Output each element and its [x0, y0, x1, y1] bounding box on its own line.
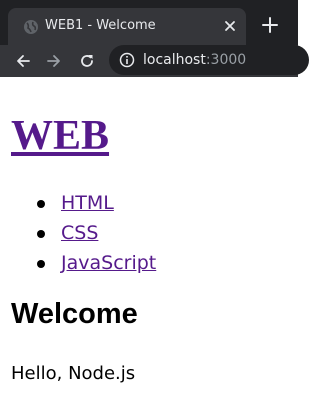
- site-title-link[interactable]: WEB: [11, 113, 109, 159]
- browser-toolbar: localhost:3000: [0, 45, 309, 77]
- url-host: localhost: [143, 52, 206, 68]
- globe-icon: [24, 20, 38, 34]
- nav-link-html[interactable]: HTML: [61, 191, 114, 215]
- page-heading: Welcome: [11, 298, 138, 330]
- tab-title: WEB1 - Welcome: [45, 18, 156, 33]
- nav-link-javascript[interactable]: JavaScript: [61, 251, 156, 275]
- address-bar[interactable]: localhost:3000: [109, 45, 309, 75]
- site-title: WEB: [11, 112, 109, 160]
- new-tab-icon[interactable]: [261, 16, 279, 34]
- back-arrow-icon[interactable]: [15, 53, 31, 69]
- url-text[interactable]: localhost:3000: [143, 51, 246, 69]
- browser-window: WEB1 - Welcome localhost:3000 WEB HTML C…: [0, 0, 309, 411]
- forward-arrow-icon[interactable]: [46, 53, 62, 69]
- browser-tab[interactable]: WEB1 - Welcome: [8, 8, 246, 45]
- nav-link-css[interactable]: CSS: [61, 221, 98, 245]
- body-text: Hello, Node.js: [11, 363, 136, 384]
- info-icon[interactable]: [119, 52, 135, 68]
- close-icon[interactable]: [222, 18, 238, 34]
- url-port: :3000: [205, 52, 247, 68]
- tab-strip: WEB1 - Welcome: [0, 0, 298, 45]
- reload-icon[interactable]: [79, 53, 95, 69]
